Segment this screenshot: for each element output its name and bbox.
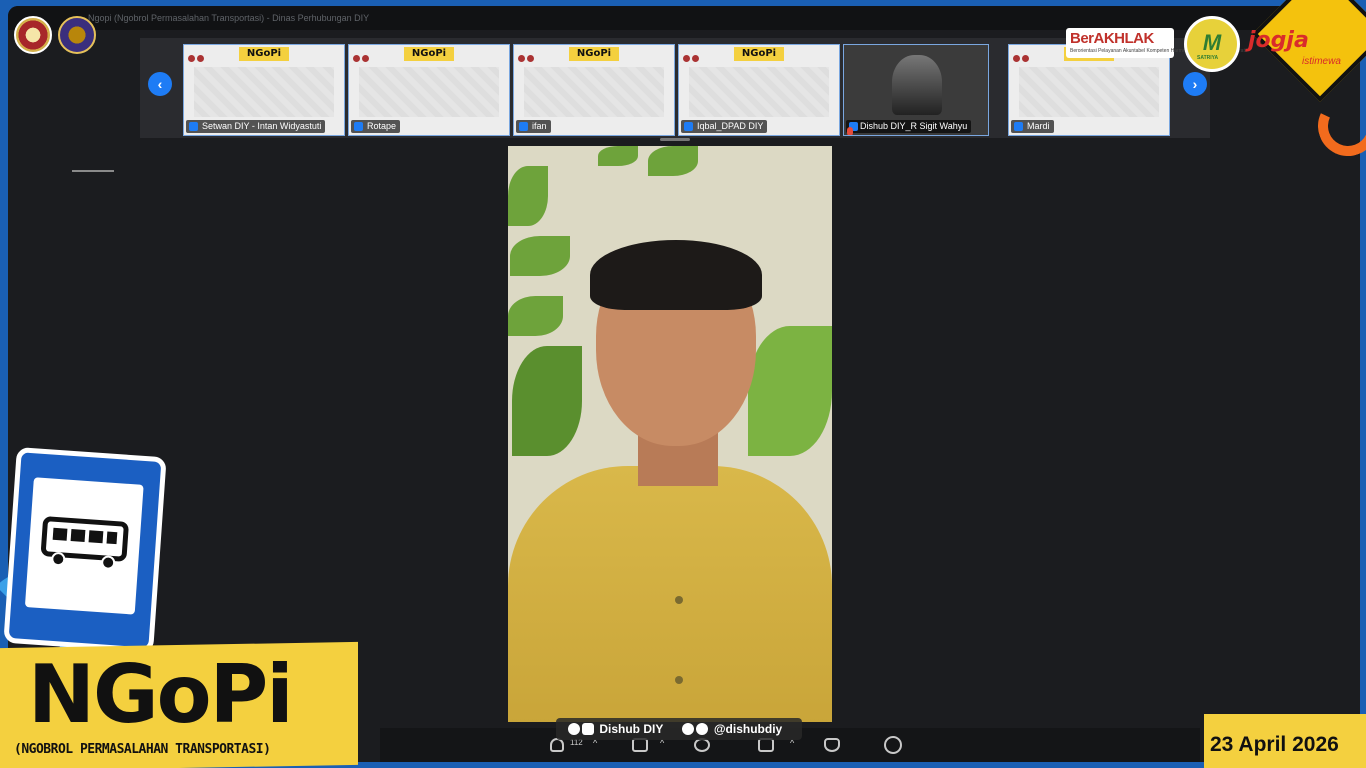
- tile-banner: NGoPi: [404, 47, 454, 61]
- bus-stop-sign-icon: [3, 447, 167, 653]
- participant-tile[interactable]: NGoPi Iqbal_DPAD DIY: [678, 44, 840, 136]
- bus-window: [106, 531, 118, 545]
- berakhlak-title: BerAKHLAK: [1070, 30, 1154, 47]
- tile-banner: NGoPi: [734, 47, 784, 61]
- leaf: [512, 346, 582, 456]
- bus-icon: [40, 516, 130, 571]
- leaf: [508, 296, 563, 336]
- more-options-icon[interactable]: [884, 736, 902, 754]
- show-title: NGoPi: [28, 648, 294, 741]
- speaker-shirt: [508, 466, 832, 722]
- strip-resize-handle[interactable]: [660, 138, 690, 141]
- shirt-button: [675, 596, 683, 604]
- diy-province-logo: [14, 16, 52, 54]
- reactions-icon[interactable]: [694, 738, 710, 752]
- logo-dots-icon: [1013, 49, 1033, 62]
- active-speaker-video: [508, 146, 832, 722]
- leaf: [510, 236, 570, 276]
- leaf: [648, 146, 698, 176]
- participant-name: Iqbal_DPAD DIY: [681, 120, 768, 133]
- participant-tile[interactable]: NGoPi ifan: [513, 44, 675, 136]
- tile-background: [689, 67, 829, 117]
- muted-mic-icon: [847, 127, 853, 135]
- security-shield-icon[interactable]: [824, 738, 840, 752]
- leaf: [748, 326, 832, 456]
- participant-name: Mardi: [1011, 120, 1054, 133]
- participant-tile-video[interactable]: Dishub DIY_R Sigit Wahyu: [843, 44, 989, 136]
- logo-dots-icon: [353, 49, 373, 62]
- participant-name: ifan: [516, 120, 551, 133]
- participant-video: [892, 55, 942, 115]
- social-account-name: Dishub DIY: [599, 722, 664, 736]
- bus-window: [88, 530, 104, 544]
- satriya-mark: M: [1202, 30, 1222, 55]
- tile-background: [359, 67, 499, 117]
- tile-banner: NGoPi: [239, 47, 289, 61]
- bus-wheel: [100, 555, 116, 571]
- facebook-icon: [568, 723, 580, 735]
- participant-name: Dishub DIY_R Sigit Wahyu: [846, 120, 972, 133]
- social-handles-bar: Dishub DIY @dishubdiy: [556, 718, 802, 740]
- leaf: [598, 146, 638, 166]
- tile-banner: NGoPi: [569, 47, 619, 61]
- bus-wheel: [50, 551, 66, 567]
- leaf: [508, 166, 548, 226]
- x-twitter-icon: [682, 723, 695, 735]
- shirt-button: [675, 676, 683, 684]
- bus-window: [52, 527, 68, 541]
- chat-icon[interactable]: [632, 738, 648, 752]
- participant-tile[interactable]: NGoPi Setwan DIY - Intan Widyastuti: [183, 44, 345, 136]
- dishub-logo: [58, 16, 96, 54]
- bus-window: [70, 529, 86, 542]
- social-handle: @dishubdiy: [713, 722, 783, 736]
- logo-dots-icon: [188, 49, 208, 62]
- satriya-logo: M SATRIYA: [1184, 16, 1240, 72]
- previous-page-button[interactable]: ‹: [148, 72, 172, 96]
- participant-tile[interactable]: NGoPi Rotape: [348, 44, 510, 136]
- tile-background: [524, 67, 664, 117]
- berakhlak-logo: BerAKHLAK Berorientasi Pelayanan Akuntab…: [1066, 28, 1247, 58]
- tile-background: [194, 67, 334, 117]
- bus-sign-panel: [24, 477, 144, 615]
- participant-name: Rotape: [351, 120, 401, 133]
- logo-dots-icon: [518, 49, 538, 62]
- participant-name: Setwan DIY - Intan Widyastuti: [186, 120, 326, 133]
- panel-drag-handle[interactable]: [72, 170, 114, 172]
- share-screen-icon[interactable]: [758, 738, 774, 752]
- logo-dots-icon: [683, 49, 703, 62]
- youtube-icon: [582, 723, 594, 735]
- jogja-logo-sub: istimewa: [1302, 56, 1341, 67]
- speaker-hair: [590, 240, 762, 310]
- participants-icon[interactable]: [550, 738, 564, 752]
- instagram-icon: [696, 723, 709, 735]
- broadcast-date: 23 April 2026: [1210, 733, 1339, 756]
- jogja-logo-text: jogja: [1248, 28, 1309, 53]
- show-subtitle: (NGOBROL PERMASALAHAN TRANSPORTASI): [14, 742, 271, 757]
- stream-overlay: Ngopi (Ngobrol Permasalahan Transportasi…: [0, 0, 1366, 768]
- satriya-label: SATRIYA: [1197, 55, 1219, 61]
